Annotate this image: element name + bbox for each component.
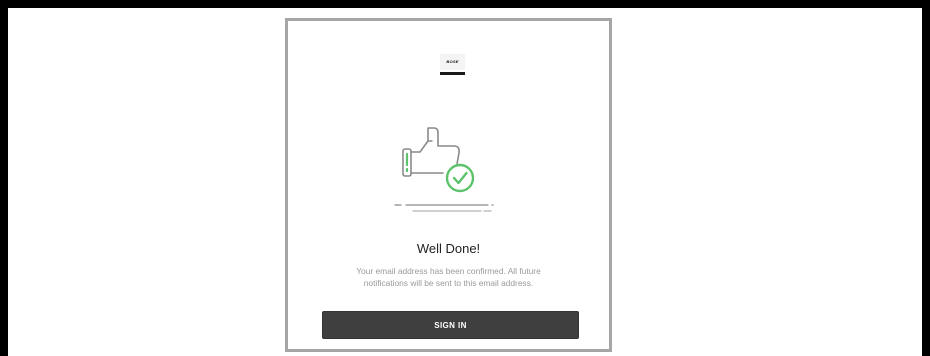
thumbs-up-check-icon: [394, 127, 494, 212]
bose-logo: BOSE: [440, 54, 465, 79]
page-viewport: BOSE Well Done! Your email address has b…: [8, 8, 922, 356]
confirmation-card: BOSE Well Done! Your email address has b…: [285, 18, 612, 352]
logo-mark: BOSE: [440, 54, 465, 70]
thumb-hand: [410, 127, 460, 165]
logo-wordmark: BOSE: [446, 59, 459, 64]
logo-bar: [440, 72, 465, 75]
sign-in-button[interactable]: SIGN IN: [322, 311, 579, 339]
confirmation-message: Your email address has been confirmed. A…: [356, 266, 541, 288]
confirmation-title: Well Done!: [416, 241, 481, 256]
check-circle: [445, 163, 475, 193]
